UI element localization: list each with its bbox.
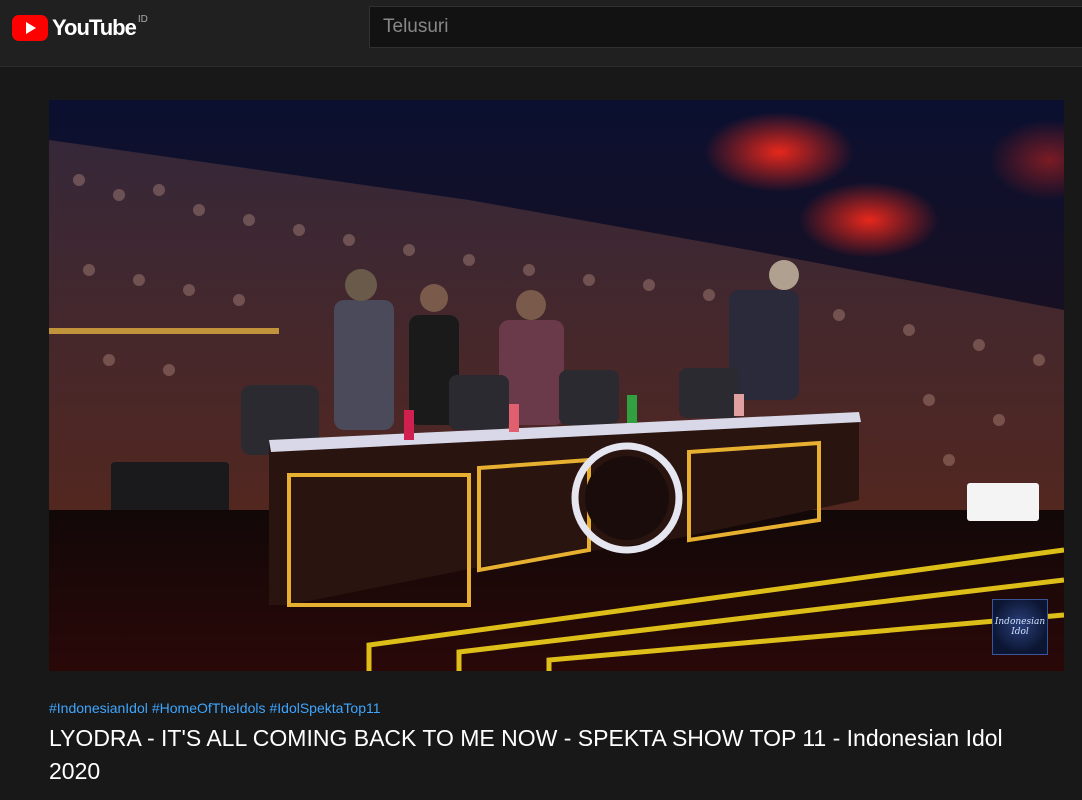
hashtag-link[interactable]: #HomeOfTheIdols [152,700,266,716]
hashtag-list: #IndonesianIdol #HomeOfTheIdols #IdolSpe… [49,700,381,716]
masthead: YouTube ID [0,0,1082,67]
youtube-logo[interactable]: YouTube ID [12,14,148,42]
country-code: ID [137,14,148,25]
video-frame [49,100,1064,671]
video-title: LYODRA - IT'S ALL COMING BACK TO ME NOW … [49,725,1003,784]
search-input[interactable] [370,7,1082,47]
video-player[interactable]: Indonesian Idol [49,100,1064,671]
hashtag-link[interactable]: #IndonesianIdol [49,700,148,716]
hashtag-link[interactable]: #IdolSpektaTop11 [269,700,380,716]
logo-wordmark: YouTube [52,15,137,40]
channel-watermark: Indonesian Idol [992,599,1048,655]
youtube-logo-icon [12,15,48,41]
search-box [369,6,1082,48]
